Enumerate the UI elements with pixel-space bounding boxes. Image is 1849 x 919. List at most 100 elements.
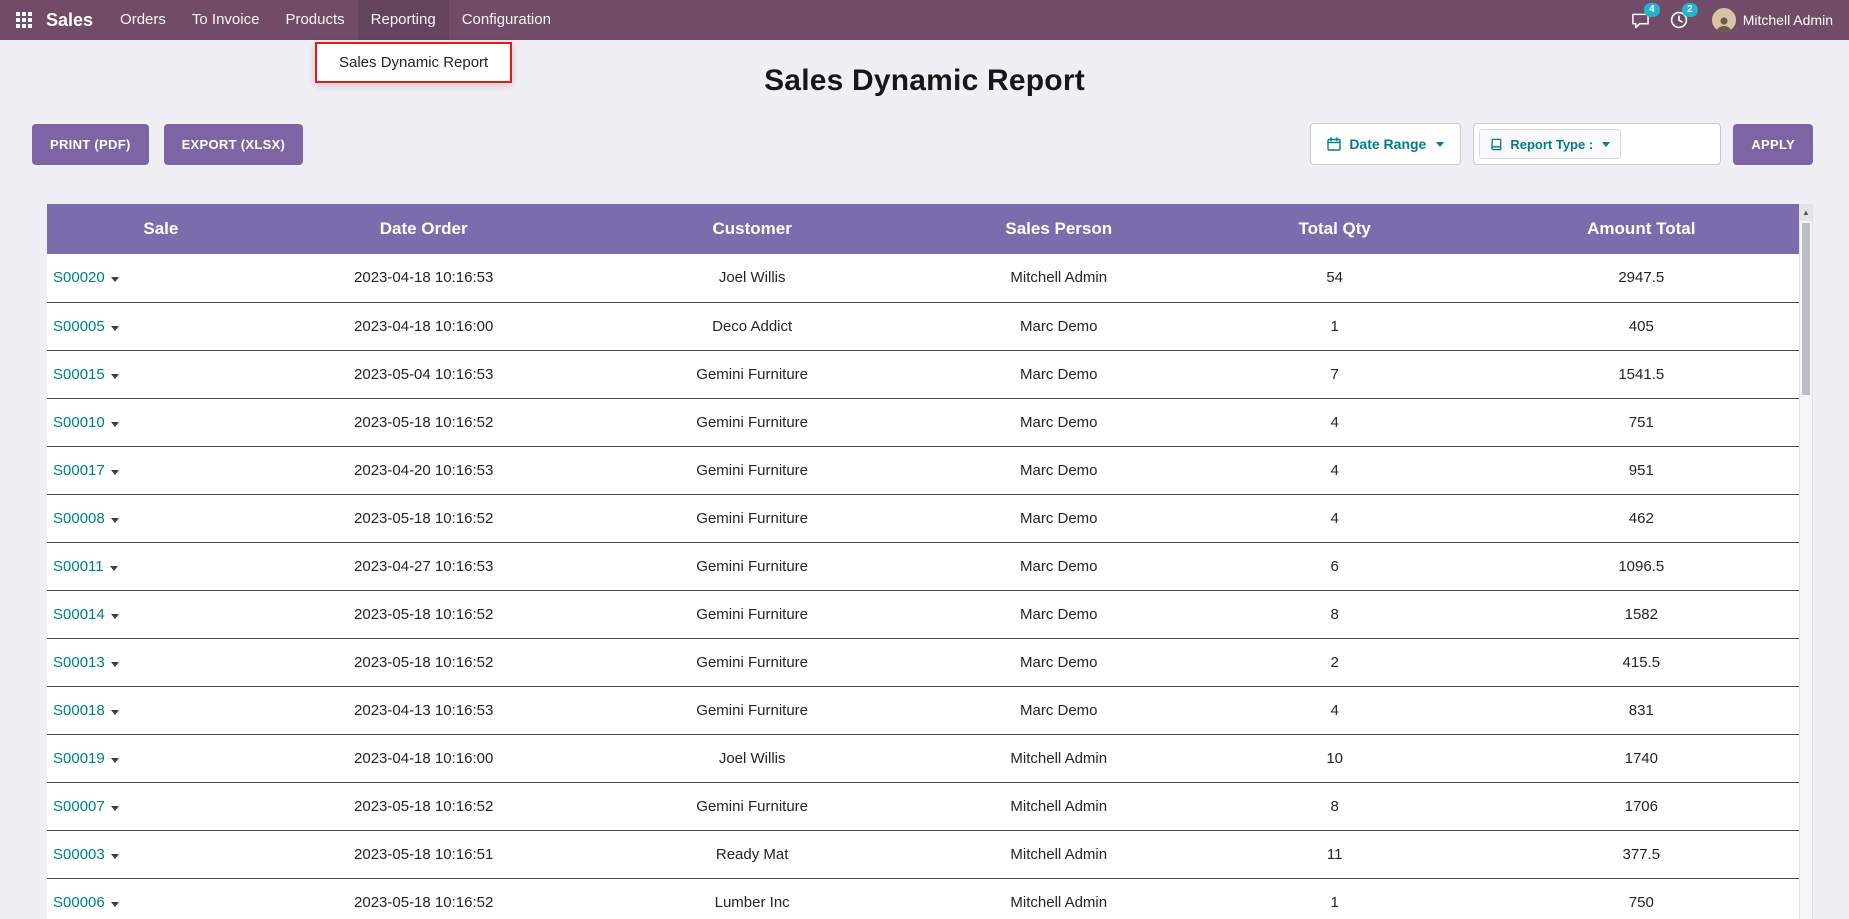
sale-order-link[interactable]: S00008 bbox=[53, 510, 105, 527]
menu-item-sales-dynamic-report[interactable]: Sales Dynamic Report bbox=[317, 44, 510, 81]
column-header-amount-total[interactable]: Amount Total bbox=[1484, 204, 1799, 254]
sale-order-link[interactable]: S00019 bbox=[53, 750, 105, 767]
sales-person-cell: Mitchell Admin bbox=[932, 782, 1186, 830]
sale-order-link[interactable]: S00018 bbox=[53, 702, 105, 719]
messages-button[interactable]: 4 bbox=[1621, 0, 1660, 40]
activities-badge: 2 bbox=[1682, 3, 1698, 17]
column-header-sales-person[interactable]: Sales Person bbox=[932, 204, 1186, 254]
column-header-date-order[interactable]: Date Order bbox=[275, 204, 573, 254]
sale-order-link[interactable]: S00007 bbox=[53, 798, 105, 815]
table-row: S00019 2023-04-18 10:16:00 Joel Willis M… bbox=[47, 734, 1799, 782]
customer-cell: Ready Mat bbox=[573, 830, 932, 878]
nav-item-products[interactable]: Products bbox=[272, 0, 357, 40]
table-row: S00020 2023-04-18 10:16:53 Joel Willis M… bbox=[47, 254, 1799, 302]
nav-item-configuration[interactable]: Configuration bbox=[449, 0, 564, 40]
caret-down-icon[interactable] bbox=[111, 902, 119, 907]
caret-down-icon[interactable] bbox=[111, 758, 119, 763]
sales-person-cell: Mitchell Admin bbox=[932, 830, 1186, 878]
amount-total-cell: 1706 bbox=[1484, 782, 1799, 830]
sales-person-cell: Marc Demo bbox=[932, 398, 1186, 446]
sale-order-link[interactable]: S00005 bbox=[53, 318, 105, 335]
total-qty-cell: 1 bbox=[1186, 302, 1484, 350]
caret-down-icon[interactable] bbox=[111, 277, 119, 282]
caret-down-icon[interactable] bbox=[111, 662, 119, 667]
export-xlsx-button[interactable]: EXPORT (XLSX) bbox=[164, 124, 304, 165]
apps-menu-button[interactable] bbox=[16, 12, 36, 28]
apps-grid-icon bbox=[16, 12, 32, 28]
book-icon bbox=[1490, 138, 1503, 151]
total-qty-cell: 4 bbox=[1186, 494, 1484, 542]
date-order-cell: 2023-04-13 10:16:53 bbox=[275, 686, 573, 734]
nav-item-to-invoice[interactable]: To Invoice bbox=[179, 0, 273, 40]
table-row: S00014 2023-05-18 10:16:52 Gemini Furnit… bbox=[47, 590, 1799, 638]
total-qty-cell: 6 bbox=[1186, 542, 1484, 590]
table-row: S00008 2023-05-18 10:16:52 Gemini Furnit… bbox=[47, 494, 1799, 542]
sales-person-cell: Mitchell Admin bbox=[932, 878, 1186, 919]
sale-cell: S00007 bbox=[47, 782, 275, 830]
date-order-cell: 2023-05-04 10:16:53 bbox=[275, 350, 573, 398]
amount-total-cell: 1582 bbox=[1484, 590, 1799, 638]
caret-down-icon[interactable] bbox=[111, 854, 119, 859]
sale-order-link[interactable]: S00003 bbox=[53, 846, 105, 863]
total-qty-cell: 8 bbox=[1186, 782, 1484, 830]
sale-order-link[interactable]: S00006 bbox=[53, 894, 105, 911]
table-header-row: Sale Date Order Customer Sales Person To… bbox=[47, 204, 1799, 254]
toolbar: PRINT (PDF) EXPORT (XLSX) Date Range bbox=[32, 123, 1813, 165]
sales-person-cell: Mitchell Admin bbox=[932, 734, 1186, 782]
table-body: S00020 2023-04-18 10:16:53 Joel Willis M… bbox=[47, 254, 1799, 919]
caret-down-icon[interactable] bbox=[110, 566, 118, 571]
amount-total-cell: 377.5 bbox=[1484, 830, 1799, 878]
table-row: S00005 2023-04-18 10:16:00 Deco Addict M… bbox=[47, 302, 1799, 350]
caret-down-icon[interactable] bbox=[111, 806, 119, 811]
date-range-dropdown-button[interactable]: Date Range bbox=[1310, 123, 1461, 165]
column-header-total-qty[interactable]: Total Qty bbox=[1186, 204, 1484, 254]
sale-cell: S00020 bbox=[47, 254, 275, 302]
report-type-label: Report Type : bbox=[1510, 137, 1593, 152]
caret-down-icon[interactable] bbox=[111, 422, 119, 427]
customer-cell: Joel Willis bbox=[573, 254, 932, 302]
report-type-dropdown-button[interactable]: Report Type : bbox=[1479, 129, 1621, 159]
column-header-sale[interactable]: Sale bbox=[47, 204, 275, 254]
date-order-cell: 2023-04-18 10:16:53 bbox=[275, 254, 573, 302]
customer-cell: Gemini Furniture bbox=[573, 782, 932, 830]
table-row: S00010 2023-05-18 10:16:52 Gemini Furnit… bbox=[47, 398, 1799, 446]
apply-button[interactable]: APPLY bbox=[1733, 124, 1813, 165]
total-qty-cell: 11 bbox=[1186, 830, 1484, 878]
caret-down-icon[interactable] bbox=[111, 470, 119, 475]
caret-down-icon[interactable] bbox=[111, 326, 119, 331]
scroll-up-arrow[interactable]: ▲ bbox=[1800, 205, 1812, 221]
sale-order-link[interactable]: S00011 bbox=[53, 558, 104, 575]
scrollbar-thumb[interactable] bbox=[1802, 223, 1810, 395]
sale-order-link[interactable]: S00010 bbox=[53, 414, 105, 431]
app-name[interactable]: Sales bbox=[46, 10, 93, 31]
user-menu[interactable]: Mitchell Admin bbox=[1712, 8, 1833, 32]
sale-order-link[interactable]: S00015 bbox=[53, 366, 105, 383]
column-header-customer[interactable]: Customer bbox=[573, 204, 932, 254]
caret-down-icon[interactable] bbox=[111, 614, 119, 619]
sale-order-link[interactable]: S00013 bbox=[53, 654, 105, 671]
print-pdf-button[interactable]: PRINT (PDF) bbox=[32, 124, 149, 165]
table-row: S00018 2023-04-13 10:16:53 Gemini Furnit… bbox=[47, 686, 1799, 734]
caret-down-icon[interactable] bbox=[111, 710, 119, 715]
amount-total-cell: 751 bbox=[1484, 398, 1799, 446]
date-order-cell: 2023-05-18 10:16:52 bbox=[275, 494, 573, 542]
activities-button[interactable]: 2 bbox=[1660, 0, 1698, 40]
vertical-scrollbar[interactable]: ▲ bbox=[1799, 204, 1813, 919]
date-order-cell: 2023-05-18 10:16:52 bbox=[275, 398, 573, 446]
caret-down-icon[interactable] bbox=[111, 518, 119, 523]
sale-order-link[interactable]: S00020 bbox=[53, 269, 105, 286]
sale-cell: S00003 bbox=[47, 830, 275, 878]
sales-person-cell: Marc Demo bbox=[932, 302, 1186, 350]
table-row: S00013 2023-05-18 10:16:52 Gemini Furnit… bbox=[47, 638, 1799, 686]
nav-item-orders[interactable]: Orders bbox=[107, 0, 179, 40]
nav-item-reporting[interactable]: Reporting bbox=[358, 0, 449, 40]
sales-person-cell: Marc Demo bbox=[932, 494, 1186, 542]
sale-order-link[interactable]: S00017 bbox=[53, 462, 105, 479]
sales-person-cell: Marc Demo bbox=[932, 350, 1186, 398]
amount-total-cell: 831 bbox=[1484, 686, 1799, 734]
caret-down-icon[interactable] bbox=[111, 374, 119, 379]
sale-order-link[interactable]: S00014 bbox=[53, 606, 105, 623]
messages-badge: 4 bbox=[1644, 3, 1660, 17]
date-order-cell: 2023-04-20 10:16:53 bbox=[275, 446, 573, 494]
sale-cell: S00018 bbox=[47, 686, 275, 734]
